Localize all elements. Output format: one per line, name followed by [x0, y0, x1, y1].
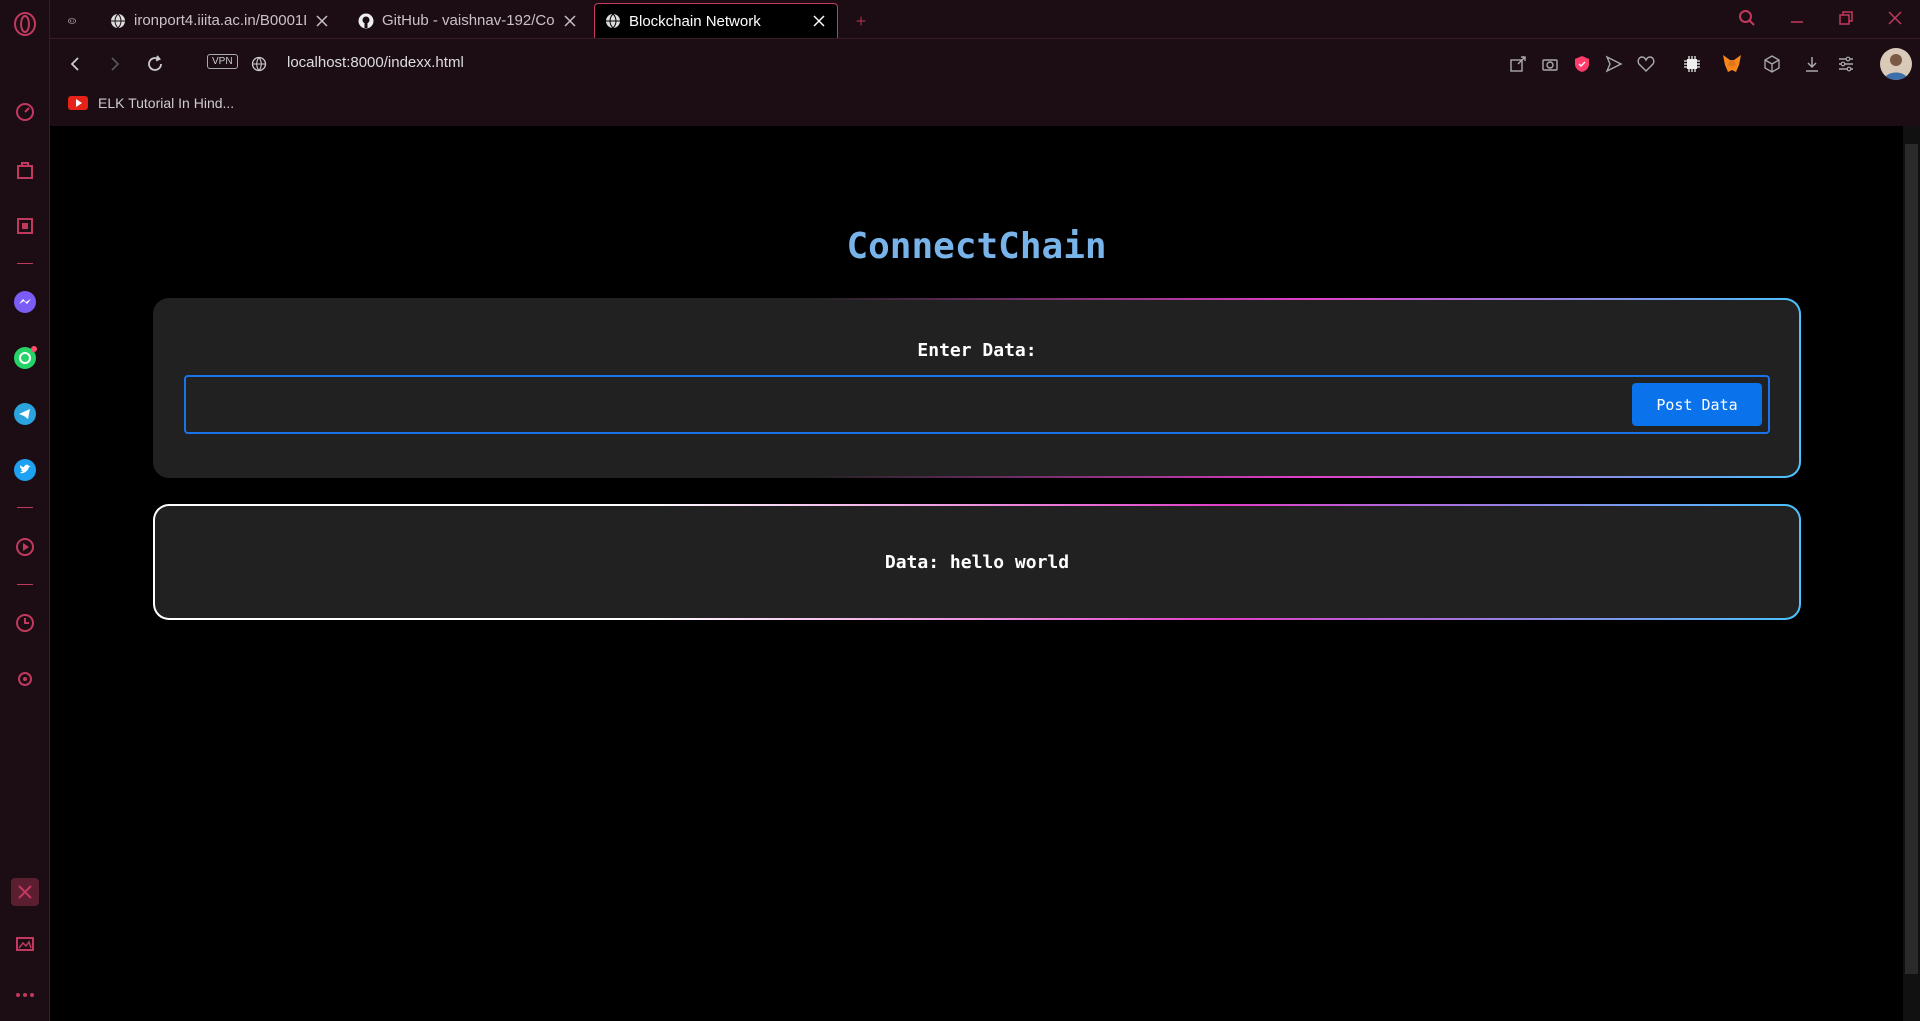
tab-title: Blockchain Network — [629, 12, 761, 30]
bookmark-item[interactable]: ELK Tutorial In Hind... — [68, 95, 234, 111]
heart-icon[interactable] — [1634, 52, 1658, 76]
address-bar: VPN localhost:8000/indexx.html — [50, 38, 1920, 88]
settings-gear-icon[interactable] — [11, 665, 39, 693]
adblock-shield-icon[interactable] — [1570, 52, 1594, 76]
gallery-icon[interactable] — [11, 930, 39, 958]
share-edit-icon[interactable] — [1506, 52, 1530, 76]
tab-title: GitHub - vaishnav-192/Con — [382, 12, 554, 29]
url-field[interactable]: localhost:8000/indexx.html — [287, 54, 464, 71]
globe-icon — [110, 13, 126, 29]
telegram-icon[interactable] — [11, 400, 39, 428]
box-extension-icon[interactable] — [1760, 52, 1784, 76]
twitter-icon[interactable] — [11, 456, 39, 484]
sidebar-divider — [17, 584, 33, 585]
whatsapp-icon[interactable] — [11, 344, 39, 372]
reload-button[interactable] — [142, 51, 168, 77]
history-icon[interactable] — [11, 609, 39, 637]
page-title: ConnectChain — [846, 226, 1107, 267]
more-options-icon[interactable] — [11, 981, 39, 1009]
browser-sidebar — [0, 0, 50, 1021]
plus-icon — [856, 16, 866, 25]
gx-control-icon[interactable] — [11, 212, 39, 240]
tab-ironport[interactable]: ironport4.iiita.ac.in/B0001D — [100, 3, 340, 38]
snapshot-camera-icon[interactable] — [1538, 52, 1562, 76]
post-data-card: Enter Data: Post Data — [153, 298, 1801, 478]
close-tab-icon[interactable] — [314, 13, 330, 29]
tab-title: ironport4.iiita.ac.in/B0001D — [134, 12, 306, 29]
data-result-card: Data: hello world — [153, 504, 1801, 620]
close-window-icon[interactable] — [1883, 6, 1907, 30]
sidebar-divider — [17, 263, 33, 264]
speed-dial-icon[interactable] — [11, 98, 39, 126]
shopping-bag-icon[interactable] — [11, 156, 39, 184]
bookmark-label: ELK Tutorial In Hind... — [98, 95, 235, 111]
download-icon[interactable] — [1800, 52, 1824, 76]
metamask-fox-icon[interactable] — [1720, 52, 1744, 76]
tab-blockchain-network[interactable]: Blockchain Network — [594, 3, 838, 38]
page-scrollbar[interactable] — [1903, 126, 1920, 1021]
github-icon — [358, 13, 374, 29]
bookmarks-bar: ELK Tutorial In Hind... — [50, 88, 1920, 126]
youtube-icon — [68, 96, 88, 110]
enter-data-label: Enter Data: — [917, 340, 1037, 361]
close-tab-icon[interactable] — [811, 13, 827, 29]
data-input[interactable] — [194, 385, 1614, 424]
messenger-icon[interactable] — [11, 288, 39, 316]
data-result-text: Data: hello world — [884, 552, 1070, 573]
back-button[interactable] — [62, 51, 88, 77]
data-input-container: Post Data — [184, 375, 1770, 434]
extension-chip-icon[interactable] — [1680, 52, 1704, 76]
opera-logo-icon[interactable] — [11, 10, 39, 38]
restore-icon[interactable] — [1834, 6, 1858, 30]
gamepad-tab-icon[interactable] — [58, 3, 86, 38]
mute-tools-icon[interactable] — [11, 878, 39, 906]
profile-avatar[interactable] — [1880, 48, 1912, 80]
close-tab-icon[interactable] — [562, 13, 578, 29]
send-icon[interactable] — [1602, 52, 1626, 76]
globe-icon — [605, 13, 621, 29]
scrollbar-thumb[interactable] — [1905, 144, 1918, 974]
forward-button[interactable] — [102, 51, 128, 77]
tab-bar: ironport4.iiita.ac.in/B0001D GitHub - va… — [50, 0, 1920, 38]
vpn-badge[interactable]: VPN — [207, 54, 238, 69]
new-tab-button[interactable] — [846, 3, 876, 38]
sidebar-divider — [17, 507, 33, 508]
page-viewport: ConnectChain Enter Data: Post Data Data:… — [50, 126, 1903, 1021]
easy-setup-icon[interactable] — [1834, 52, 1858, 76]
minimize-icon[interactable] — [1785, 6, 1809, 30]
site-info-globe-icon[interactable] — [246, 51, 272, 77]
search-tabs-icon[interactable] — [1735, 6, 1759, 30]
player-icon[interactable] — [11, 533, 39, 561]
tab-github[interactable]: GitHub - vaishnav-192/Con — [348, 3, 588, 38]
post-data-button[interactable]: Post Data — [1632, 383, 1762, 426]
